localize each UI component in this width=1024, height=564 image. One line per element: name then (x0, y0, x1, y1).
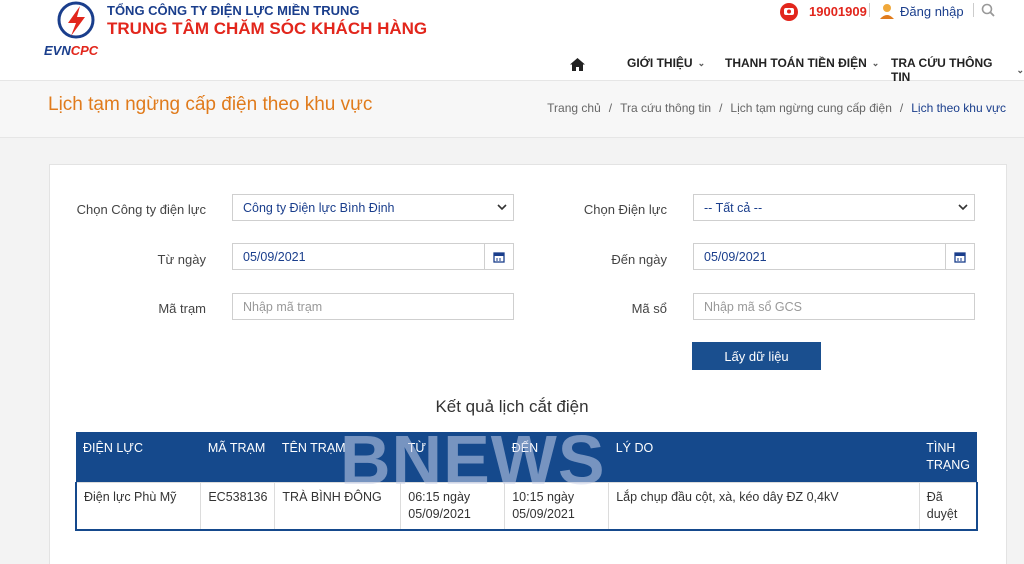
cell-unit: Điện lực Phù Mỹ (75, 482, 202, 531)
breadcrumb-separator: / (608, 101, 613, 115)
page-title-bar: Lịch tạm ngừng cấp điện theo khu vực Tra… (0, 81, 1024, 138)
calendar-icon[interactable] (945, 244, 974, 269)
company-label: Chọn Công ty điện lực (76, 202, 206, 217)
column-header: LÝ DO (608, 432, 920, 483)
book-code-placeholder: Nhập mã sổ GCS (704, 300, 802, 314)
nav-item-gioi-thieu[interactable]: GIỚI THIỆU ⌄ (627, 56, 705, 70)
to-date-input[interactable]: 05/09/2021 (693, 243, 975, 270)
breadcrumb-outage[interactable]: Lịch tạm ngừng cung cấp điện (730, 101, 891, 115)
login-link[interactable]: Đăng nhập (878, 0, 964, 22)
book-code-label: Mã sổ (631, 301, 667, 316)
search-icon[interactable] (981, 3, 995, 17)
station-code-label: Mã trạm (158, 301, 206, 316)
chevron-down-icon (497, 204, 507, 211)
breadcrumb-home[interactable]: Trang chủ (547, 101, 601, 115)
book-code-input[interactable]: Nhập mã sổ GCS (693, 293, 975, 320)
breadcrumb-current: Lịch theo khu vực (911, 101, 1006, 115)
nav-label: TRA CỨU THÔNG TIN (891, 56, 993, 84)
nav-item-tra-cuu[interactable]: TRA CỨU THÔNG TIN ⌄ (891, 56, 1024, 84)
cell-to: 10:15 ngày 05/09/2021 (504, 482, 610, 531)
column-header: TÌNH TRẠNG (919, 432, 977, 483)
cell-from: 06:15 ngày 05/09/2021 (400, 482, 506, 531)
cell-reason: Lắp chụp đầu cột, xà, kéo dây ĐZ 0,4kV (608, 482, 920, 531)
station-code-input[interactable]: Nhập mã trạm (232, 293, 514, 320)
breadcrumb-separator: / (899, 101, 904, 115)
breadcrumb: Trang chủ / Tra cứu thông tin / Lịch tạm n… (547, 101, 1006, 115)
hotline[interactable]: 19001909 (777, 0, 867, 22)
page-title: Lịch tạm ngừng cấp điện theo khu vực (48, 94, 373, 115)
nav-item-thanh-toan[interactable]: THANH TOÁN TIỀN ĐIỆN ⌄ (725, 56, 879, 70)
divider (973, 3, 974, 17)
chevron-down-icon (958, 204, 968, 211)
nav-label: THANH TOÁN TIỀN ĐIỆN (725, 56, 867, 70)
table-row: Điện lực Phù Mỹ EC538136 TRÀ BÌNH ĐÔNG 0… (75, 482, 978, 531)
breadcrumb-separator: / (719, 101, 723, 115)
column-header: TỪ (400, 432, 505, 483)
table-header-row: ĐIỆN LỰC MÃ TRẠM TÊN TRẠM TỪ ĐẾN LÝ DO T… (76, 432, 977, 483)
from-date-input[interactable]: 05/09/2021 (232, 243, 514, 270)
unit-select[interactable]: -- Tất cả -- (693, 194, 975, 221)
column-header: ĐẾN (504, 432, 609, 483)
hotline-number: 19001909 (809, 3, 867, 19)
column-header: TÊN TRẠM (274, 432, 401, 483)
chevron-down-icon: ⌄ (697, 57, 706, 68)
from-date-label: Từ ngày (157, 252, 206, 267)
nav-label: GIỚI THIỆU (627, 56, 693, 70)
unit-select-value: -- Tất cả -- (704, 201, 763, 215)
station-code-placeholder: Nhập mã trạm (243, 300, 323, 314)
company-select[interactable]: Công ty Điện lực Bình Định (232, 194, 514, 221)
column-header: MÃ TRẠM (200, 432, 275, 483)
divider (869, 3, 870, 17)
phone-icon (780, 3, 798, 21)
calendar-icon[interactable] (484, 244, 513, 269)
cell-status: Đã duyệt (918, 482, 978, 531)
results-table: ĐIỆN LỰC MÃ TRẠM TÊN TRẠM TỪ ĐẾN LÝ DO T… (75, 432, 978, 531)
brand-name: EVNCPC (44, 43, 99, 58)
home-icon[interactable] (570, 58, 585, 71)
chevron-down-icon: ⌄ (1016, 64, 1024, 75)
site-header: EVNCPC TỔNG CÔNG TY ĐIỆN LỰC MIỀN TRUNG … (0, 0, 1024, 84)
user-icon (880, 4, 894, 19)
company-name: TỔNG CÔNG TY ĐIỆN LỰC MIỀN TRUNG (107, 3, 360, 18)
center-name: TRUNG TÂM CHĂM SÓC KHÁCH HÀNG (107, 19, 428, 38)
to-date-value: 05/09/2021 (704, 250, 767, 264)
unit-label: Chọn Điện lực (583, 202, 667, 217)
company-select-value: Công ty Điện lực Bình Định (243, 201, 395, 215)
results-title: Kết quả lịch cắt điện (435, 397, 589, 416)
login-label: Đăng nhập (900, 3, 964, 19)
cell-station-code: EC538136 (200, 482, 276, 531)
column-header: ĐIỆN LỰC (76, 432, 201, 483)
to-date-label: Đến ngày (611, 252, 667, 267)
breadcrumb-lookup[interactable]: Tra cứu thông tin (620, 101, 711, 115)
fetch-data-button[interactable]: Lấy dữ liệu (692, 342, 821, 370)
chevron-down-icon: ⌄ (871, 57, 880, 68)
cell-station-name: TRÀ BÌNH ĐÔNG (274, 482, 402, 531)
from-date-value: 05/09/2021 (243, 250, 306, 264)
